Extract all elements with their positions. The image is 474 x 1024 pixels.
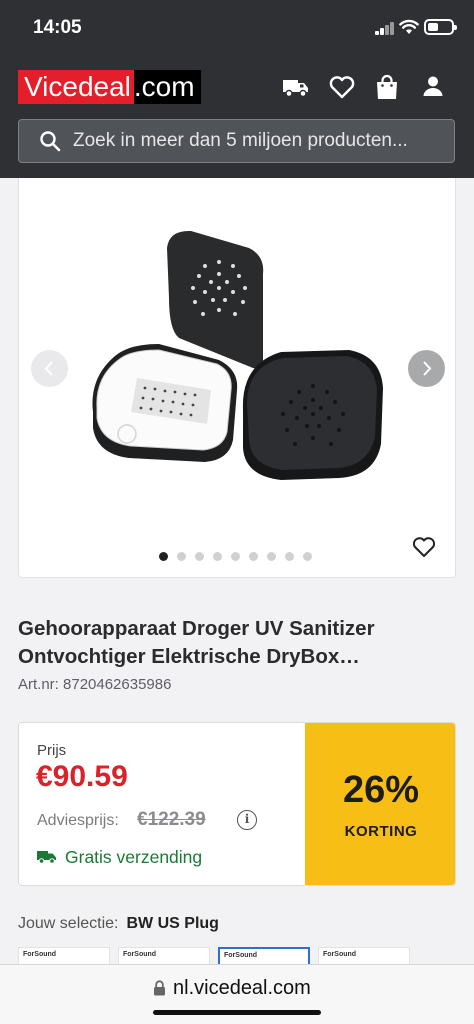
truck-icon: [37, 851, 56, 864]
truck-icon[interactable]: [281, 72, 311, 102]
user-icon[interactable]: [418, 72, 448, 102]
discount-label: KORTING: [344, 823, 418, 840]
discount-badge: 26% KORTING: [305, 723, 455, 885]
selection-value: BW US Plug: [126, 915, 219, 932]
gallery-pagination: [159, 552, 312, 561]
logo-text-red: Vicedeal: [18, 70, 134, 104]
gallery-dot[interactable]: [303, 552, 312, 561]
gallery-dot[interactable]: [285, 552, 294, 561]
browser-url-bar[interactable]: nl.vicedeal.com: [0, 964, 474, 1024]
old-price: €122.39: [137, 809, 206, 830]
free-shipping-text: Gratis verzending: [65, 847, 203, 867]
price-card: Prijs €90.59 Adviesprijs: €122.39 i Grat…: [18, 722, 456, 886]
previous-image-button[interactable]: [31, 350, 68, 387]
logo-text-black: .com: [133, 70, 201, 104]
current-price: €90.59: [36, 760, 128, 793]
chevron-right-icon: [423, 361, 432, 376]
gallery-dot[interactable]: [231, 552, 240, 561]
search-bar[interactable]: [18, 119, 455, 163]
cellular-signal-icon: [375, 22, 395, 35]
gallery-dot[interactable]: [213, 552, 222, 561]
article-number: Art.nr: 8720462635986: [18, 676, 172, 693]
selection-label: Jouw selectie:: [18, 915, 119, 932]
gallery-dot[interactable]: [177, 552, 186, 561]
gallery-dot[interactable]: [195, 552, 204, 561]
lock-icon: [154, 980, 165, 996]
discount-percentage: 26%: [342, 769, 420, 811]
search-input[interactable]: [73, 128, 443, 154]
advice-price-label: Adviesprijs:: [37, 812, 119, 829]
product-image-gallery: [18, 178, 456, 578]
gallery-dot[interactable]: [267, 552, 276, 561]
price-label: Prijs: [37, 742, 67, 759]
battery-icon: [424, 19, 457, 35]
search-icon: [40, 131, 61, 152]
wifi-icon: [399, 19, 419, 34]
status-bar: 14:05: [0, 0, 474, 56]
product-image[interactable]: [19, 178, 457, 538]
next-image-button[interactable]: [408, 350, 445, 387]
product-title: Gehoorapparaat Droger UV Sanitizer Ontvo…: [18, 617, 375, 668]
heart-icon[interactable]: [327, 72, 357, 102]
variant-selection: Jouw selectie: BW US Plug: [18, 915, 219, 933]
gallery-dot[interactable]: [159, 552, 168, 561]
status-time: 14:05: [33, 17, 82, 38]
info-icon[interactable]: i: [237, 810, 257, 830]
gallery-dot[interactable]: [249, 552, 258, 561]
shopping-bag-icon[interactable]: [372, 72, 402, 102]
wishlist-heart-icon[interactable]: [411, 535, 437, 559]
url-text[interactable]: nl.vicedeal.com: [173, 977, 311, 1000]
app-header: 14:05 Vicedeal .com: [0, 0, 474, 178]
home-indicator[interactable]: [153, 1010, 321, 1015]
vicedeal-logo[interactable]: Vicedeal .com: [18, 70, 201, 104]
chevron-left-icon: [44, 361, 53, 376]
